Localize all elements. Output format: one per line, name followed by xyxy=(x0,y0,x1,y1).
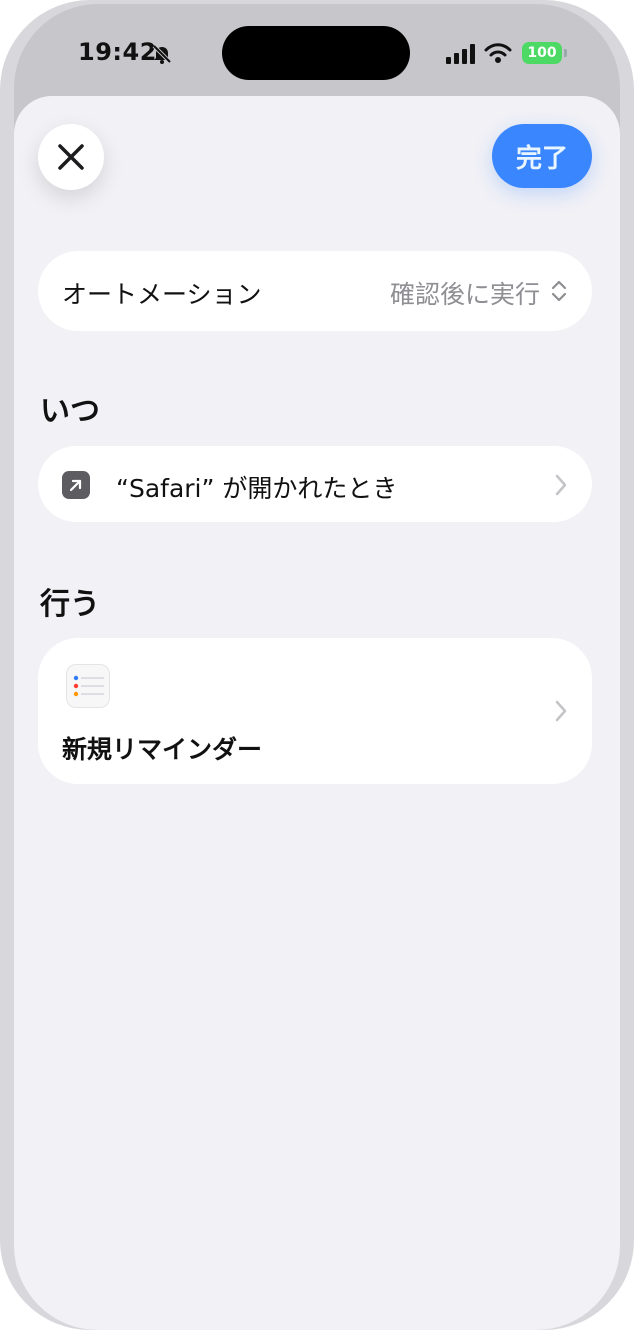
status-time: 19:42 xyxy=(78,38,157,66)
automation-sheet: 完了 オートメーション 確認後に実行 いつ “Safari” が開かれたとき 行… xyxy=(14,96,620,1330)
automation-label: オートメーション xyxy=(62,280,262,309)
dynamic-island xyxy=(222,26,410,80)
action-label: 新規リマインダー xyxy=(62,735,263,764)
automation-mode-value: 確認後に実行 xyxy=(389,280,540,309)
trigger-row[interactable]: “Safari” が開かれたとき xyxy=(38,446,592,522)
xmark-icon xyxy=(58,144,84,170)
app-open-arrow-icon xyxy=(62,471,90,499)
section-title-do: 行う xyxy=(40,587,100,622)
automation-mode-row[interactable]: オートメーション 確認後に実行 xyxy=(38,251,592,331)
chevron-right-icon xyxy=(555,474,567,496)
bell-slash-icon xyxy=(152,44,172,64)
trigger-label: “Safari” が開かれたとき xyxy=(116,474,398,503)
cellular-signal-icon xyxy=(446,44,475,64)
battery-tip xyxy=(564,49,567,57)
status-bar: 19:42 100 xyxy=(14,4,620,100)
phone-frame: 19:42 100 完了 オートメーション 確認後に実行 いつ “Safari”… xyxy=(0,0,634,1330)
chevron-up-down-icon xyxy=(551,280,567,302)
done-button[interactable]: 完了 xyxy=(492,124,592,188)
screen: 19:42 100 完了 オートメーション 確認後に実行 いつ “Safari”… xyxy=(14,4,620,1330)
reminders-app-icon xyxy=(66,664,110,708)
action-card[interactable]: 新規リマインダー xyxy=(38,638,592,784)
section-title-when: いつ xyxy=(40,394,100,429)
chevron-right-icon xyxy=(555,700,567,722)
close-button[interactable] xyxy=(38,124,104,190)
battery-icon: 100 xyxy=(522,42,562,64)
wifi-icon xyxy=(484,43,512,63)
